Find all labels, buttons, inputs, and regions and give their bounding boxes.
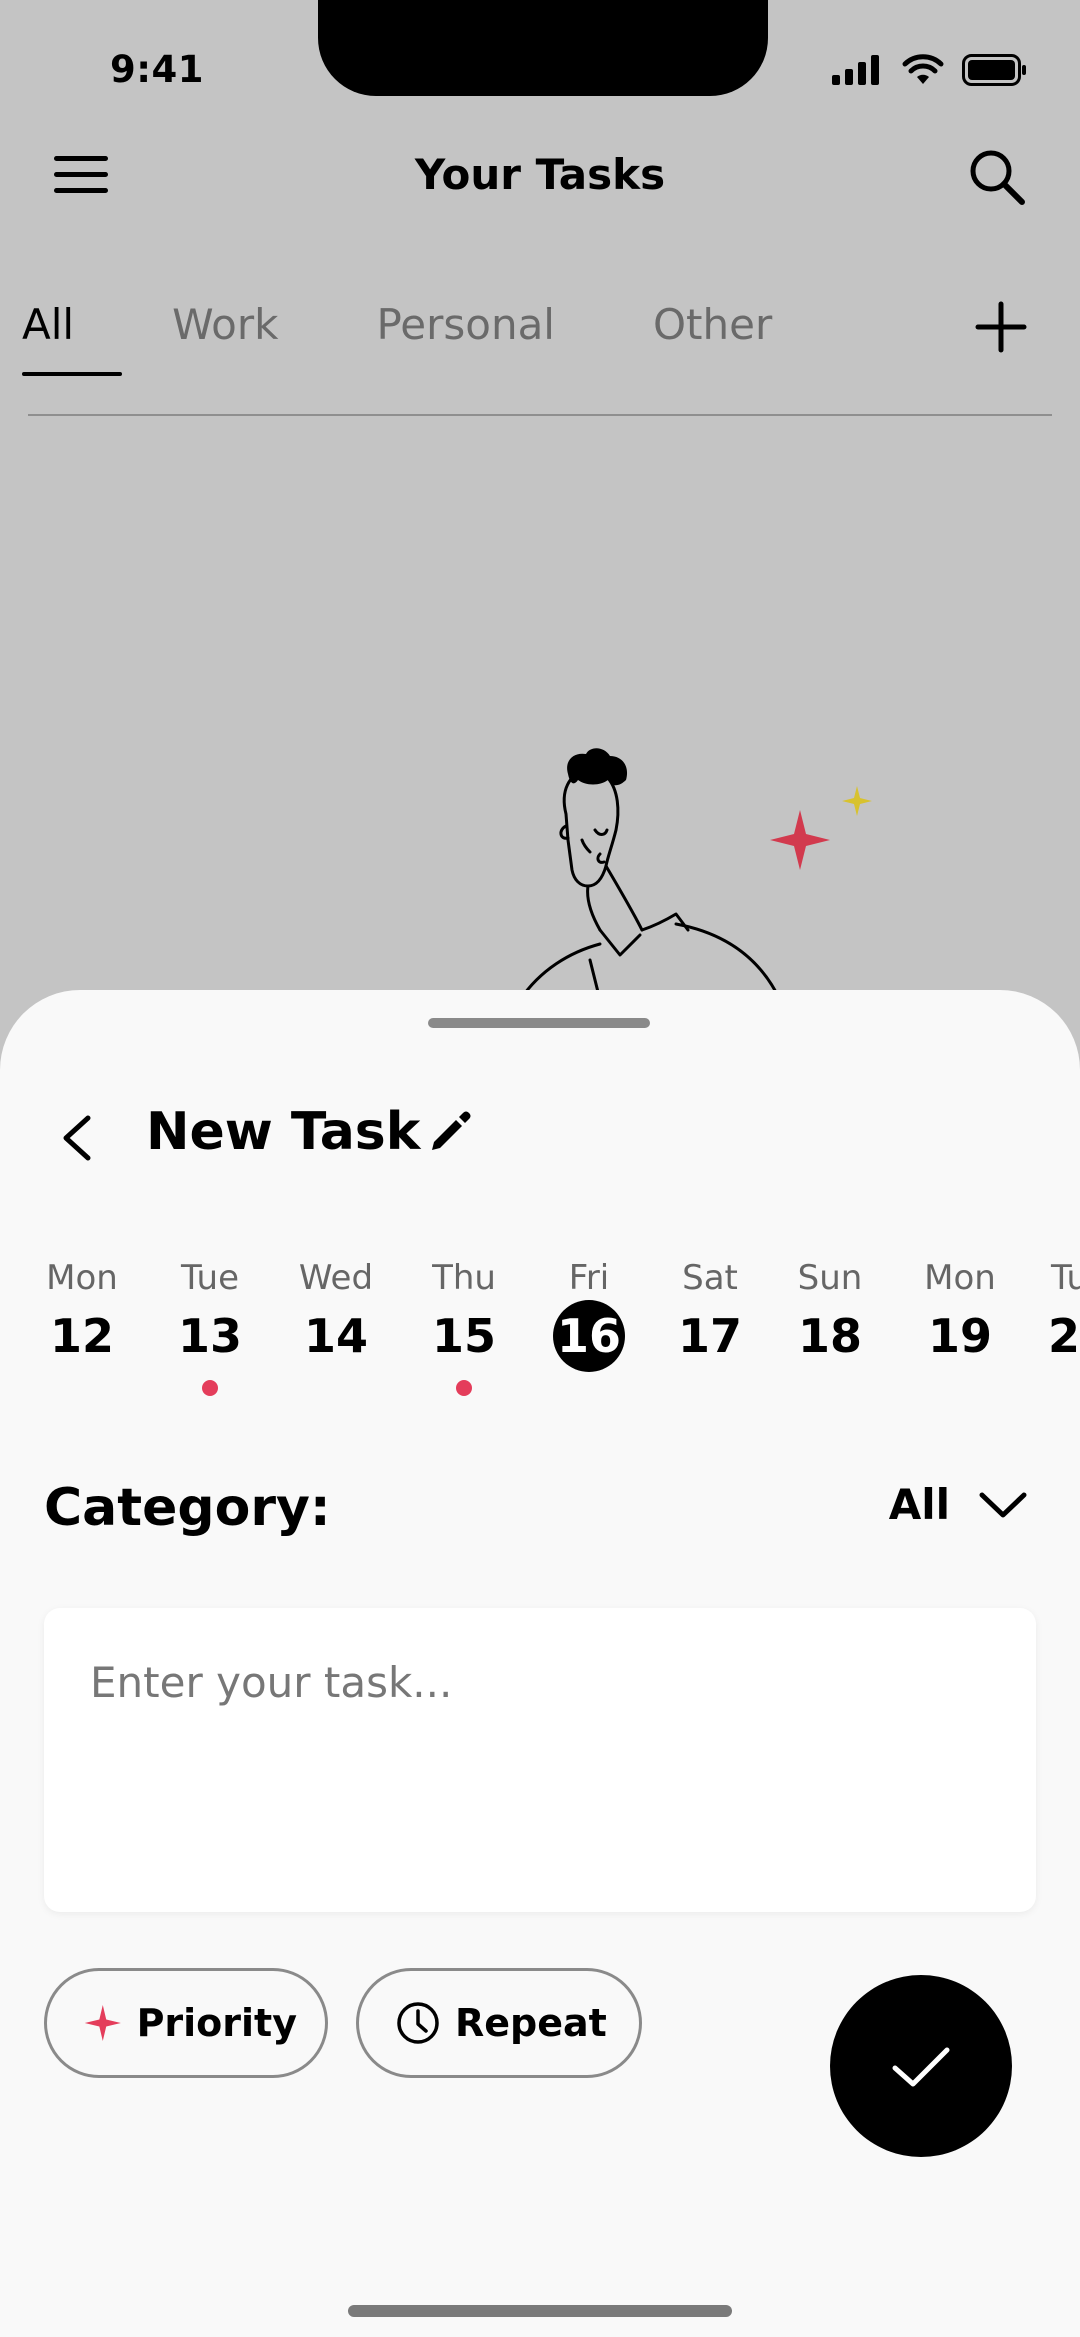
day-item[interactable]: Wed 14 — [276, 1258, 396, 1366]
day-name: Sun — [797, 1258, 863, 1298]
day-number: 14 — [303, 1309, 368, 1363]
signal-icon — [832, 55, 879, 85]
task-indicator-dot — [456, 1380, 472, 1396]
repeat-button[interactable]: Repeat — [356, 1968, 642, 2078]
add-category-icon[interactable] — [974, 300, 1028, 354]
day-name: Tue — [1050, 1258, 1080, 1298]
priority-button[interactable]: Priority — [44, 1968, 328, 2078]
tabs-divider — [28, 414, 1052, 416]
category-value: All — [888, 1480, 950, 1529]
day-item[interactable]: Sun 18 — [770, 1258, 890, 1366]
category-dropdown[interactable]: All — [889, 1480, 1028, 1529]
new-task-sheet: New Task Mon 12 Tue 13 Wed 14 Thu 15 Fri… — [0, 990, 1080, 2337]
tab-all[interactable]: All — [22, 300, 123, 376]
day-number: 12 — [49, 1309, 114, 1363]
day-item[interactable]: Mon 19 — [900, 1258, 1020, 1366]
battery-icon — [962, 54, 1026, 86]
pencil-icon[interactable] — [428, 1110, 472, 1154]
task-indicator-dot — [202, 1380, 218, 1396]
back-chevron-icon[interactable] — [56, 1110, 100, 1166]
wifi-icon — [902, 54, 944, 84]
tab-work[interactable]: Work — [172, 300, 278, 374]
repeat-label: Repeat — [455, 2001, 607, 2045]
device-notch — [318, 0, 768, 96]
day-name: Thu — [432, 1258, 496, 1298]
page-title: Your Tasks — [414, 150, 666, 199]
day-item[interactable]: Thu 15 — [404, 1258, 524, 1396]
sheet-title: New Task — [146, 1102, 421, 1162]
task-input-box — [44, 1608, 1036, 1912]
status-icons — [832, 54, 1028, 86]
status-time: 9:41 — [110, 48, 205, 91]
confirm-task-button[interactable] — [830, 1975, 1012, 2157]
sheet-grabber[interactable] — [428, 1018, 650, 1028]
day-name: Fri — [568, 1258, 610, 1298]
day-number: 18 — [797, 1309, 862, 1363]
day-name: Wed — [298, 1258, 374, 1298]
day-item[interactable]: Tue 13 — [150, 1258, 270, 1396]
day-item[interactable]: Mon 12 — [22, 1258, 142, 1366]
chevron-down-icon — [979, 1492, 1027, 1517]
day-number: 19 — [927, 1309, 992, 1363]
day-number: 17 — [677, 1309, 742, 1363]
tab-personal[interactable]: Personal — [376, 300, 555, 374]
day-number: 15 — [431, 1309, 496, 1363]
day-item-selected[interactable]: Fri 16 — [529, 1258, 649, 1372]
category-label: Category: — [44, 1478, 331, 1538]
date-strip: Mon 12 Tue 13 Wed 14 Thu 15 Fri 16 Sat 1… — [0, 1258, 1080, 1398]
priority-label: Priority — [136, 2001, 297, 2045]
day-name: Mon — [924, 1258, 996, 1298]
sparkle-icon — [84, 2004, 121, 2042]
day-name: Tue — [180, 1258, 240, 1298]
checkmark-icon — [892, 2047, 950, 2087]
day-number: 20 — [1047, 1309, 1080, 1363]
search-icon[interactable] — [966, 146, 1028, 208]
day-name: Sat — [682, 1258, 738, 1298]
tab-other[interactable]: Other — [653, 300, 772, 374]
day-item[interactable]: Tue 20 — [1020, 1258, 1080, 1366]
day-name: Mon — [46, 1258, 118, 1298]
day-number: 13 — [177, 1309, 242, 1363]
category-tabs: All Work Personal Other — [22, 300, 870, 376]
day-number: 16 — [553, 1300, 625, 1372]
empty-state-illustration — [518, 748, 872, 1000]
task-input[interactable] — [44, 1608, 1036, 1757]
home-indicator — [348, 2305, 732, 2317]
status-bar: 9:41 — [0, 0, 1080, 130]
clock-icon — [397, 2002, 439, 2044]
day-item[interactable]: Sat 17 — [650, 1258, 770, 1366]
